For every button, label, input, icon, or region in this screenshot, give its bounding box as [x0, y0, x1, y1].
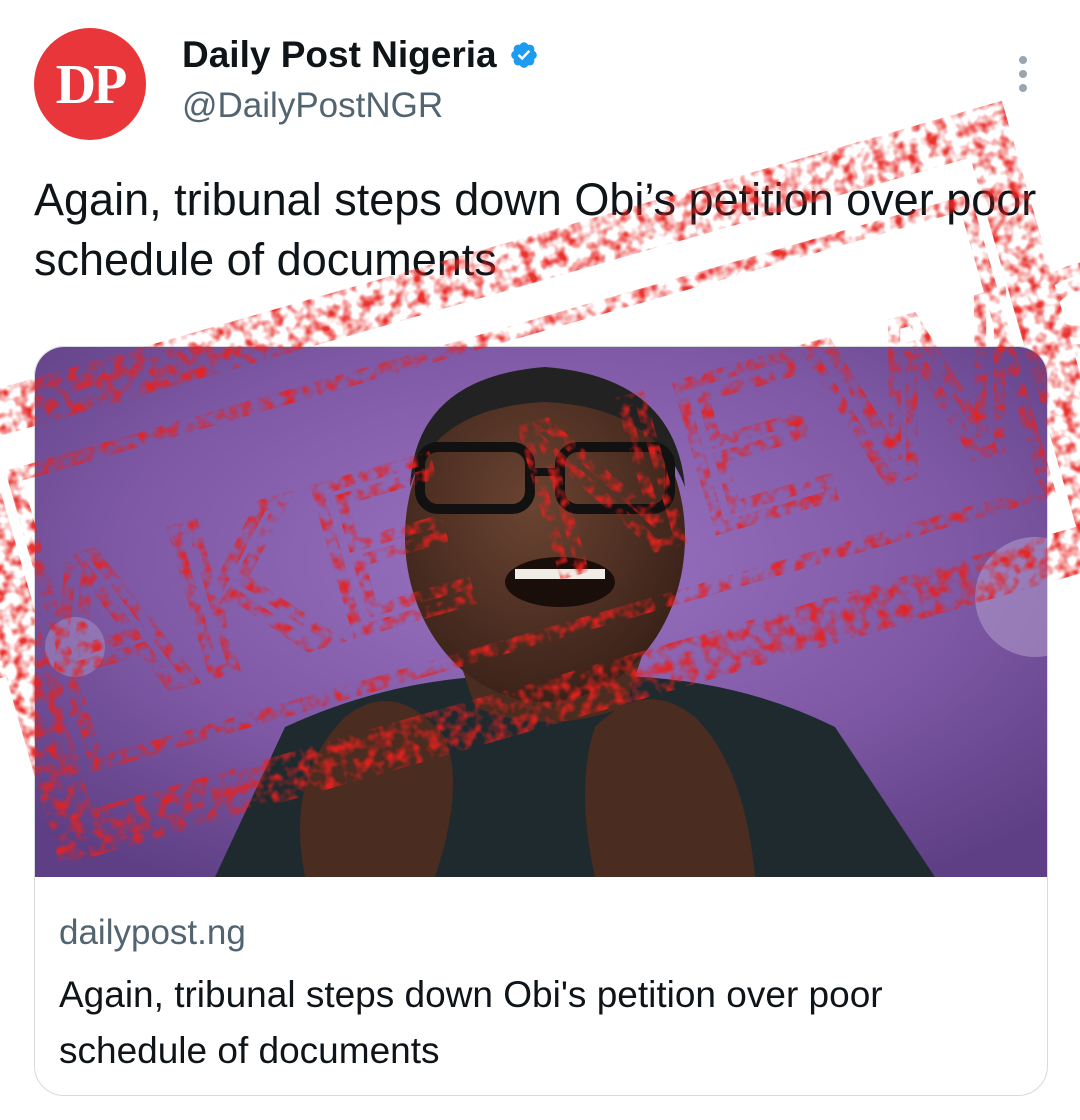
- tweet-text: Again, tribunal steps down Obi’s petitio…: [34, 174, 1037, 285]
- display-name[interactable]: Daily Post Nigeria: [182, 34, 497, 76]
- account-name-row: Daily Post Nigeria: [182, 34, 539, 76]
- verified-badge-icon: [510, 42, 537, 68]
- avatar-logo-text: DP: [55, 54, 128, 116]
- more-options-icon[interactable]: [1008, 54, 1038, 94]
- account-handle[interactable]: @DailyPostNGR: [182, 86, 443, 126]
- avatar[interactable]: DP: [34, 28, 146, 140]
- card-title[interactable]: Again, tribunal steps down Obi's petitio…: [59, 967, 1019, 1079]
- news-photo-image: [35, 347, 1047, 877]
- link-card[interactable]: dailypost.ng Again, tribunal steps down …: [34, 346, 1048, 1096]
- card-domain[interactable]: dailypost.ng: [59, 913, 246, 953]
